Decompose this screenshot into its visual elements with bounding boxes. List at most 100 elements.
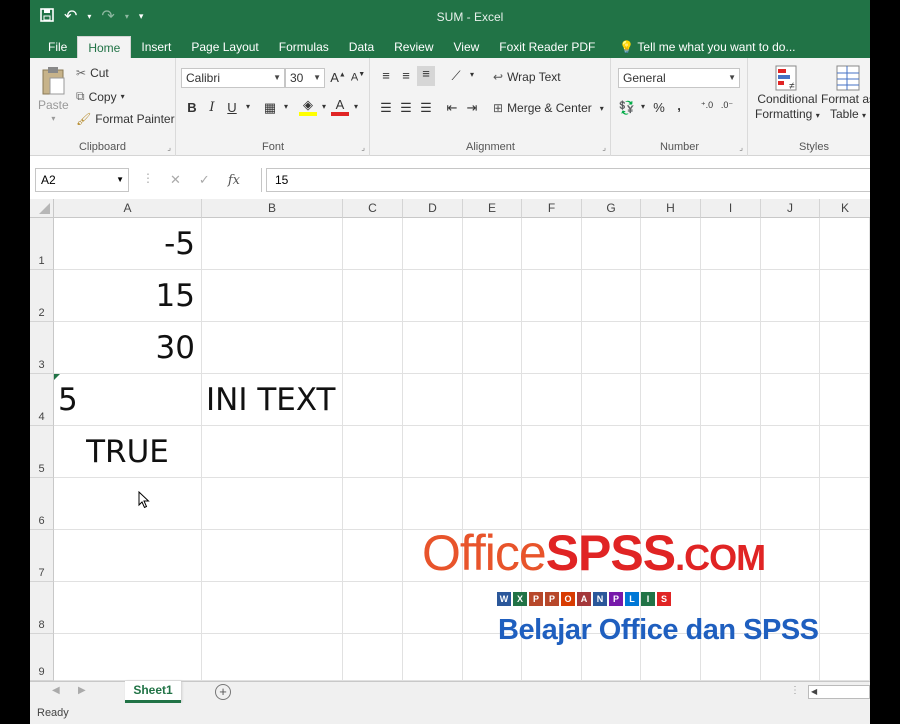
underline-dropdown-icon[interactable]: ▾ — [239, 102, 257, 111]
grid-cell[interactable] — [343, 478, 403, 530]
grid-cell[interactable] — [343, 374, 403, 426]
grid-cell[interactable] — [202, 218, 343, 270]
grid-cell[interactable] — [202, 582, 343, 634]
grid-cell[interactable] — [343, 426, 403, 478]
cancel-icon[interactable]: ✕ — [170, 172, 181, 188]
align-right-icon[interactable]: ☰ — [417, 100, 435, 116]
column-header-j[interactable]: J — [761, 199, 820, 218]
align-bottom-icon[interactable]: ≡ — [417, 66, 435, 86]
horizontal-scrollbar[interactable]: ◀ — [808, 685, 870, 699]
row-header-3[interactable]: 3 — [30, 322, 54, 374]
font-name-select[interactable]: Calibri ▼ — [181, 68, 285, 88]
name-box[interactable]: A2 ▼ — [35, 168, 129, 192]
grid-cell[interactable] — [463, 218, 522, 270]
grid-cell[interactable] — [343, 218, 403, 270]
cell-a2[interactable]: 15 — [54, 270, 202, 322]
format-as-table-button[interactable]: Format as Table ▾ — [821, 64, 870, 123]
column-header-f[interactable]: F — [522, 199, 582, 218]
grid-cell[interactable] — [582, 270, 641, 322]
grid-cell[interactable] — [522, 426, 582, 478]
paste-dropdown-icon[interactable]: ▾ — [51, 114, 55, 123]
borders-dropdown-icon[interactable]: ▾ — [277, 102, 295, 111]
grid-cell[interactable] — [761, 478, 820, 530]
font-launcher-icon[interactable]: ⌟ — [361, 143, 365, 152]
grid-cell[interactable] — [463, 270, 522, 322]
paste-button[interactable]: Paste ▾ — [38, 66, 69, 123]
scroll-right-icon[interactable]: ▶ — [78, 685, 86, 696]
grid-cell[interactable] — [463, 426, 522, 478]
grid-cell[interactable] — [54, 634, 202, 681]
cut-button[interactable]: ✂ Cut — [76, 66, 109, 80]
grid-cell[interactable] — [582, 426, 641, 478]
grid-cell[interactable] — [641, 322, 701, 374]
grid-cell[interactable] — [701, 478, 761, 530]
grid-cell[interactable] — [582, 322, 641, 374]
grid-cell[interactable] — [343, 582, 403, 634]
grid-cell[interactable] — [641, 374, 701, 426]
row-header-8[interactable]: 8 — [30, 582, 54, 634]
grid-cell[interactable] — [202, 270, 343, 322]
merge-dropdown-icon[interactable]: ▾ — [600, 104, 604, 113]
row-header-7[interactable]: 7 — [30, 530, 54, 582]
grid-cell[interactable] — [403, 322, 463, 374]
cell-a4[interactable]: 5 — [54, 374, 202, 426]
grid-cell[interactable] — [761, 374, 820, 426]
grid-cell[interactable] — [343, 270, 403, 322]
grid-cell[interactable] — [343, 322, 403, 374]
grid-cell[interactable] — [202, 426, 343, 478]
grid-cell[interactable] — [761, 270, 820, 322]
grid-cell[interactable] — [582, 218, 641, 270]
grid-cell[interactable] — [54, 478, 202, 530]
enter-icon[interactable]: ✓ — [199, 172, 210, 188]
number-format-select[interactable]: General ▼ — [618, 68, 740, 88]
grid-cell[interactable] — [522, 478, 582, 530]
italic-button[interactable]: I — [203, 100, 221, 115]
sheet-tab-sheet1[interactable]: Sheet1 — [125, 681, 181, 703]
column-header-h[interactable]: H — [641, 199, 701, 218]
increase-font-icon[interactable]: A▲ — [329, 70, 347, 85]
grid-cell[interactable] — [701, 374, 761, 426]
cell-b4[interactable]: INI TEXT — [202, 374, 343, 426]
grid-cell[interactable] — [463, 374, 522, 426]
row-header-5[interactable]: 5 — [30, 426, 54, 478]
wrap-text-button[interactable]: ↩ Wrap Text — [493, 70, 561, 84]
conditional-formatting-button[interactable]: ≠ Conditional Formatting ▾ — [755, 64, 820, 123]
grid-cell[interactable] — [820, 322, 870, 374]
row-header-9[interactable]: 9 — [30, 634, 54, 681]
grid-cell[interactable] — [641, 218, 701, 270]
grid-cell[interactable] — [701, 218, 761, 270]
grid-cell[interactable] — [202, 530, 343, 582]
grid-cell[interactable] — [54, 530, 202, 582]
alignment-launcher-icon[interactable]: ⌟ — [602, 143, 606, 152]
grid-cell[interactable] — [820, 218, 870, 270]
row-header-6[interactable]: 6 — [30, 478, 54, 530]
tell-me-box[interactable]: 💡 Tell me what you want to do... — [605, 36, 795, 58]
select-all-button[interactable] — [30, 199, 54, 218]
format-painter-button[interactable]: 🖌 Format Painter — [76, 112, 175, 126]
grid-cell[interactable] — [761, 322, 820, 374]
decrease-indent-icon[interactable]: ⇤ — [443, 100, 461, 116]
scroll-left-arrow-icon[interactable]: ◀ — [811, 687, 817, 696]
tab-home[interactable]: Home — [77, 36, 132, 58]
row-header-4[interactable]: 4 — [30, 374, 54, 426]
grid-cell[interactable] — [641, 270, 701, 322]
copy-dropdown-icon[interactable]: ▾ — [121, 92, 125, 101]
tab-foxit-reader-pdf[interactable]: Foxit Reader PDF — [489, 36, 605, 58]
align-top-icon[interactable]: ≡ — [377, 68, 395, 83]
column-header-e[interactable]: E — [463, 199, 522, 218]
clipboard-launcher-icon[interactable]: ⌟ — [167, 143, 171, 152]
grid-cell[interactable] — [701, 322, 761, 374]
tab-page-layout[interactable]: Page Layout — [181, 36, 268, 58]
insert-function-icon[interactable]: fx — [228, 173, 240, 188]
comma-button[interactable]: , — [670, 98, 688, 113]
align-center-icon[interactable]: ☰ — [397, 100, 415, 116]
grid-cell[interactable] — [641, 426, 701, 478]
cell-a1[interactable]: -5 — [54, 218, 202, 270]
merge-center-button[interactable]: ⊞ Merge & Center ▾ — [493, 101, 604, 115]
grid-cell[interactable] — [202, 322, 343, 374]
tab-insert[interactable]: Insert — [131, 36, 181, 58]
grid-cell[interactable] — [403, 270, 463, 322]
grid-cell[interactable] — [403, 374, 463, 426]
row-header-1[interactable]: 1 — [30, 218, 54, 270]
align-middle-icon[interactable]: ≡ — [397, 68, 415, 83]
